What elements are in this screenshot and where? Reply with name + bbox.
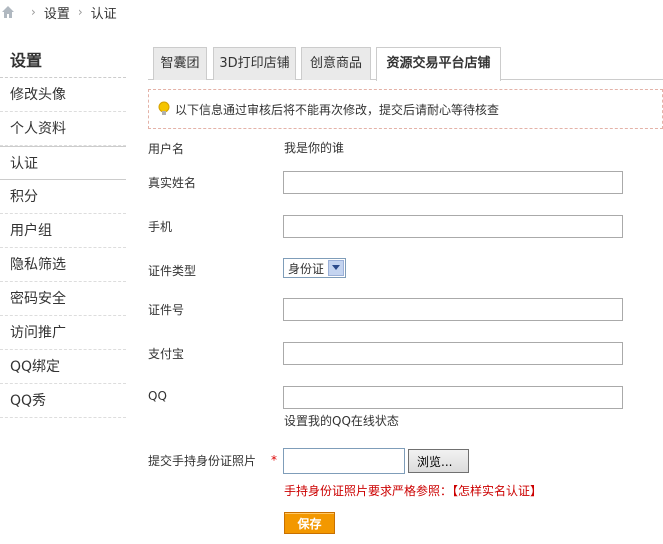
tab-think-tank[interactable]: 智囊团 [153,47,207,80]
realname-input[interactable] [283,171,623,194]
qq-label: QQ [148,389,167,403]
notice-text: 以下信息通过审核后将不能再次修改，提交后请耐心等待核查 [175,102,500,117]
sidebar-item-points[interactable]: 积分 [0,180,126,214]
save-button[interactable]: 保存 [284,512,335,534]
breadcrumb: › 设置 › 认证 [0,0,117,24]
chevron-right-icon: › [77,5,83,19]
sidebar-item-verify[interactable]: 认证 [0,146,126,180]
sidebar-item-avatar[interactable]: 修改头像 [0,78,126,112]
idnum-input[interactable] [283,298,623,321]
alipay-input[interactable] [283,342,623,365]
idnum-label: 证件号 [148,303,185,317]
sidebar-item-privacy[interactable]: 隐私筛选 [0,248,126,282]
sidebar-item-profile[interactable]: 个人资料 [0,112,126,146]
qq-input[interactable] [283,386,623,409]
sidebar-title: 设置 [0,44,126,78]
sidebar-item-usergroup[interactable]: 用户组 [0,214,126,248]
chevron-right-icon: › [31,5,36,19]
tab-3d-print-shop[interactable]: 3D打印店铺 [213,47,296,80]
home-icon[interactable] [1,5,15,19]
username-label: 用户名 [148,142,185,156]
tab-bar: 智囊团 3D打印店铺 创意商品 资源交易平台店铺 [148,47,663,81]
idtype-label: 证件类型 [148,264,197,278]
browse-button[interactable]: 浏览... [408,449,469,473]
breadcrumb-verify: 认证 [90,6,117,22]
username-value: 我是你的谁 [284,141,345,155]
required-mark: * [271,453,277,467]
tab-creative-goods[interactable]: 创意商品 [301,47,371,80]
breadcrumb-settings[interactable]: 设置 [44,3,70,22]
qq-status-link[interactable]: 设置我的QQ在线状态 [284,412,399,429]
realname-label: 真实姓名 [148,176,197,190]
sidebar-item-promotion[interactable]: 访问推广 [0,316,126,350]
photo-warning: 手持身份证照片要求严格参照：【怎样实名认证】 [284,482,542,499]
phone-input[interactable] [283,215,623,238]
lightbulb-icon [158,101,170,115]
notice-box: 以下信息通过审核后将不能再次修改，提交后请耐心等待核查 [148,89,663,129]
idtype-select[interactable]: 身份证 [283,258,346,278]
photo-file-input[interactable] [283,448,405,474]
sidebar-item-qq-show[interactable]: QQ秀 [0,384,126,418]
alipay-label: 支付宝 [148,347,185,361]
phone-label: 手机 [148,220,173,234]
photo-label: 提交手持身份证照片 [148,454,257,468]
photo-warning-text: 手持身份证照片要求严格参照： [284,484,453,498]
sidebar-item-qq-bind[interactable]: QQ绑定 [0,350,126,384]
chevron-down-icon[interactable] [328,260,344,276]
sidebar-item-password[interactable]: 密码安全 [0,282,126,316]
tab-resource-shop[interactable]: 资源交易平台店铺 [376,47,501,81]
how-to-verify-link[interactable]: 【怎样实名认证】 [452,484,542,498]
sidebar: 设置 修改头像 个人资料 认证 积分 用户组 隐私筛选 密码安全 访问推广 QQ… [0,44,126,418]
idtype-selected: 身份证 [288,261,325,276]
